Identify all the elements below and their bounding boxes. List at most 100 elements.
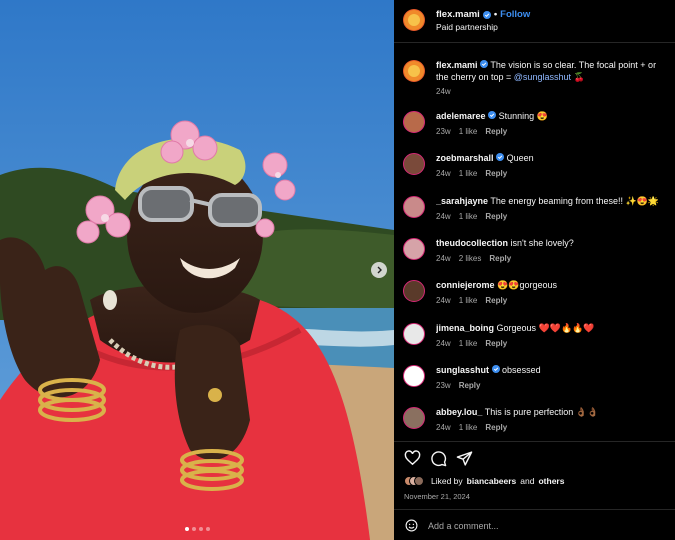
- comment-like-count[interactable]: 1 like: [459, 169, 478, 178]
- carousel-indicator: [0, 527, 394, 531]
- liked-by-user[interactable]: biancabeers: [467, 476, 517, 486]
- carousel-dot: [191, 527, 196, 531]
- comment-text: theudocollection isn't she lovely?: [436, 237, 671, 249]
- comment-avatar[interactable]: [403, 196, 425, 218]
- comment-avatar[interactable]: [403, 365, 425, 387]
- comment-time[interactable]: 24w: [436, 339, 451, 348]
- comment-username[interactable]: zoebmarshall: [436, 153, 494, 163]
- comment-avatar[interactable]: [403, 238, 425, 260]
- comment-avatar[interactable]: [403, 407, 425, 429]
- comment-like-count[interactable]: 1 like: [459, 423, 478, 432]
- comment-time[interactable]: 24w: [436, 254, 451, 263]
- post-actions: Liked by biancabeers and others November…: [394, 441, 675, 509]
- separator-bullet: •: [493, 9, 498, 20]
- author-avatar[interactable]: [403, 9, 425, 31]
- comment-avatar[interactable]: [403, 111, 425, 133]
- smiley-icon[interactable]: [405, 519, 418, 532]
- comment-like-count[interactable]: 1 like: [459, 296, 478, 305]
- comment-body: 😍😍gorgeous: [497, 280, 557, 290]
- follow-button[interactable]: Follow: [500, 9, 530, 20]
- comment-meta: 24w 1 like Reply: [436, 423, 507, 432]
- comment-body: obsessed: [502, 365, 541, 375]
- comment-input[interactable]: [428, 516, 663, 535]
- comment-meta: 24w 1 like Reply: [436, 296, 507, 305]
- post-photo: [0, 0, 394, 540]
- comment-like-count[interactable]: 1 like: [459, 339, 478, 348]
- comment-meta: 24w 1 like Reply: [436, 339, 507, 348]
- verified-badge-icon: [480, 60, 489, 68]
- comment-username[interactable]: abbey.lou_: [436, 407, 482, 417]
- caption-emoji: 🍒: [573, 72, 585, 82]
- comment-meta: 23w Reply: [436, 381, 480, 390]
- comment-text: adelemaree Stunning 😍: [436, 110, 671, 122]
- comment-bubble-icon[interactable]: [430, 450, 447, 467]
- comment-username[interactable]: sunglasshut: [436, 365, 489, 375]
- comment-like-count[interactable]: 1 like: [459, 212, 478, 221]
- comment-text: abbey.lou_ This is pure perfection 👌🏾👌🏾: [436, 406, 671, 418]
- reply-button[interactable]: Reply: [485, 423, 507, 432]
- comment-time[interactable]: 24w: [436, 212, 451, 221]
- liked-by: Liked by biancabeers and others: [404, 476, 564, 486]
- comment-like-count[interactable]: 2 likes: [459, 254, 482, 263]
- paid-partnership-label[interactable]: Paid partnership: [436, 22, 498, 32]
- author-line: flex.mami • Follow: [436, 9, 530, 20]
- post-date[interactable]: November 21, 2024: [404, 492, 470, 501]
- comment-text: sunglasshut obsessed: [436, 364, 671, 376]
- caption-meta: 24w: [436, 87, 451, 96]
- reply-button[interactable]: Reply: [485, 212, 507, 221]
- liked-by-prefix: Liked by: [431, 476, 463, 486]
- reply-button[interactable]: Reply: [485, 296, 507, 305]
- post-side-panel: flex.mami • Follow Paid partnership flex…: [394, 0, 675, 540]
- comment-body: Stunning 😍: [498, 111, 548, 121]
- comment-time[interactable]: 24w: [436, 296, 451, 305]
- comment-meta: 23w 1 like Reply: [436, 127, 507, 136]
- carousel-dot: [205, 527, 210, 531]
- comment-body: isn't she lovely?: [510, 238, 574, 248]
- comment-text: zoebmarshall Queen: [436, 152, 671, 164]
- carousel-dot: [184, 527, 189, 531]
- comment-meta: 24w 1 like Reply: [436, 169, 507, 178]
- liked-by-others[interactable]: others: [538, 476, 564, 486]
- comment-time[interactable]: 23w: [436, 381, 451, 390]
- comment-body: This is pure perfection 👌🏾👌🏾: [484, 407, 599, 417]
- comment-avatar[interactable]: [403, 280, 425, 302]
- reply-button[interactable]: Reply: [489, 254, 511, 263]
- comment-time[interactable]: 24w: [436, 169, 451, 178]
- reply-button[interactable]: Reply: [459, 381, 481, 390]
- comment-body: Gorgeous ❤️❤️🔥🔥❤️: [496, 323, 595, 333]
- comment-avatar[interactable]: [403, 153, 425, 175]
- comment-username[interactable]: conniejerome: [436, 280, 495, 290]
- comment-username[interactable]: theudocollection: [436, 238, 508, 248]
- caption-mention[interactable]: @sunglasshut: [514, 72, 571, 82]
- comment-avatar[interactable]: [403, 323, 425, 345]
- reply-button[interactable]: Reply: [485, 127, 507, 136]
- next-image-button[interactable]: [371, 262, 387, 278]
- comments-list[interactable]: flex.mami The vision is so clear. The fo…: [394, 44, 675, 440]
- comment-meta: 24w 1 like Reply: [436, 212, 507, 221]
- paper-plane-icon[interactable]: [456, 450, 473, 467]
- reply-button[interactable]: Reply: [485, 169, 507, 178]
- heart-icon[interactable]: [404, 450, 421, 467]
- comment-time[interactable]: 23w: [436, 127, 451, 136]
- verified-badge-icon: [482, 10, 491, 19]
- liked-by-and: and: [520, 476, 535, 486]
- comment-like-count[interactable]: 1 like: [459, 127, 478, 136]
- reply-button[interactable]: Reply: [485, 339, 507, 348]
- verified-badge-icon: [496, 153, 505, 161]
- comment-username[interactable]: _sarahjayne: [436, 196, 488, 206]
- comment-text: _sarahjayne The energy beaming from thes…: [436, 195, 671, 207]
- caption-text: flex.mami The vision is so clear. The fo…: [436, 59, 671, 83]
- post-image[interactable]: [0, 0, 394, 540]
- comment-body: Queen: [506, 153, 534, 163]
- caption-username[interactable]: flex.mami: [436, 60, 478, 70]
- comment-time[interactable]: 24w: [436, 423, 451, 432]
- sun-face-icon: [404, 61, 424, 81]
- comment-meta: 24w 2 likes Reply: [436, 254, 511, 263]
- chevron-right-icon: [377, 266, 382, 274]
- comment-username[interactable]: adelemaree: [436, 111, 486, 121]
- caption-time[interactable]: 24w: [436, 87, 451, 96]
- author-username[interactable]: flex.mami: [436, 9, 480, 20]
- verified-badge-icon: [488, 111, 497, 119]
- caption-avatar[interactable]: [403, 60, 425, 82]
- comment-username[interactable]: jimena_boing: [436, 323, 494, 333]
